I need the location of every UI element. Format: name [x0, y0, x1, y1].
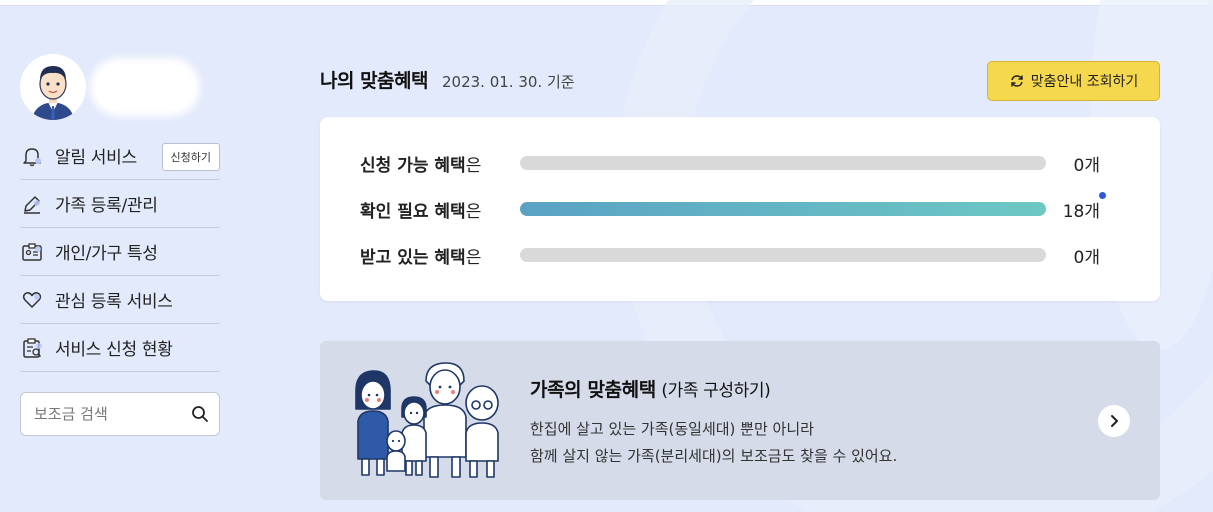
sidebar-item-label: 가족 등록/관리	[55, 196, 158, 216]
lookup-benefits-button[interactable]: 맞춤안내 조회하기	[987, 61, 1160, 101]
benefit-progress-fill	[520, 202, 1046, 216]
sidebar-item-label: 알림 서비스	[55, 148, 137, 168]
search-icon[interactable]	[191, 405, 209, 423]
family-banner-description: 한집에 살고 있는 가족(동일세대) 뿐만 아니라	[530, 420, 814, 438]
user-avatar-icon	[32, 66, 74, 120]
benefit-count: 0개	[1073, 247, 1100, 268]
sidebar-item-label: 개인/가구 특성	[55, 244, 158, 264]
profile	[20, 52, 220, 122]
sidebar-item-alert-service[interactable]: 알림 서비스 신청하기	[20, 132, 220, 180]
benefit-label: 받고 있는 혜택은	[360, 247, 482, 268]
top-strip	[0, 0, 1213, 6]
benefit-row-needs-check[interactable]: 확인 필요 혜택은 18개	[360, 192, 1140, 224]
benefit-progress-track	[520, 202, 1046, 216]
benefits-summary-card: 신청 가능 혜택은 0개 확인 필요 혜택은 18개 받고 있는 혜택은 0개	[320, 117, 1160, 301]
sidebar-item-label: 관심 등록 서비스	[55, 292, 173, 312]
family-illustration	[355, 362, 499, 478]
family-banner-arrow-button[interactable]	[1098, 405, 1130, 437]
new-indicator-dot	[1099, 192, 1106, 199]
page-title: 나의 맞춤혜택	[320, 70, 429, 92]
user-name-blurred	[90, 58, 200, 116]
heart-icon	[21, 289, 43, 311]
sidebar: 알림 서비스 신청하기 가족 등록/관리 개인/가구 특성 관심 등록 서비스	[20, 52, 220, 436]
benefit-row-receiving[interactable]: 받고 있는 혜택은 0개	[360, 240, 1140, 270]
avatar	[20, 54, 86, 120]
refresh-icon	[1009, 73, 1025, 89]
sidebar-item-personal-traits[interactable]: 개인/가구 특성	[20, 228, 220, 276]
family-banner-title: 가족의 맞춤혜택 (가족 구성하기)	[530, 379, 771, 401]
search-input[interactable]	[34, 405, 191, 423]
bell-icon	[21, 145, 43, 167]
page-header: 나의 맞춤혜택 2023. 01. 30. 기준	[320, 66, 575, 93]
lookup-button-label: 맞춤안내 조회하기	[1030, 74, 1139, 90]
benefit-label: 확인 필요 혜택은	[360, 201, 482, 222]
clipboard-icon	[21, 337, 43, 359]
family-banner-description: 함께 살지 않는 가족(분리세대)의 보조금도 찾을 수 있어요.	[530, 447, 898, 465]
reference-date: 2023. 01. 30. 기준	[442, 73, 575, 91]
sidebar-menu: 알림 서비스 신청하기 가족 등록/관리 개인/가구 특성 관심 등록 서비스	[20, 132, 220, 372]
alert-apply-button[interactable]: 신청하기	[161, 143, 220, 171]
benefit-label: 신청 가능 혜택은	[360, 155, 482, 176]
benefit-progress-track	[520, 248, 1046, 262]
benefit-progress-track	[520, 156, 1046, 170]
benefit-count: 18개	[1062, 201, 1100, 222]
subsidy-search-box	[20, 392, 220, 436]
benefit-count: 0개	[1073, 155, 1100, 176]
benefit-row-available[interactable]: 신청 가능 혜택은 0개	[360, 148, 1140, 178]
family-benefits-banner[interactable]: 가족의 맞춤혜택 (가족 구성하기) 한집에 살고 있는 가족(동일세대) 뿐만…	[320, 341, 1160, 500]
id-card-icon	[21, 241, 43, 263]
sidebar-item-interest-service[interactable]: 관심 등록 서비스	[20, 276, 220, 324]
sidebar-item-family-management[interactable]: 가족 등록/관리	[20, 180, 220, 228]
sidebar-item-label: 서비스 신청 현황	[55, 340, 173, 360]
chevron-right-icon	[1108, 414, 1120, 428]
pencil-icon	[21, 193, 43, 215]
sidebar-item-application-status[interactable]: 서비스 신청 현황	[20, 324, 220, 372]
